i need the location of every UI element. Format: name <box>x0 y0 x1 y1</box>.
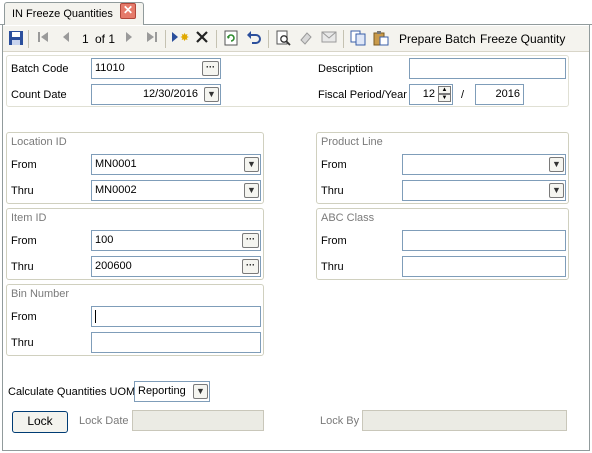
description-label: Description <box>318 63 374 75</box>
toolbar-separator <box>165 30 166 48</box>
email-icon[interactable] <box>320 30 338 48</box>
bin-from-field[interactable] <box>91 306 261 327</box>
item-thru-label: Thru <box>11 261 34 273</box>
location-thru-label: Thru <box>11 185 34 197</box>
description-field[interactable] <box>409 58 566 79</box>
lock-date-label: Lock Date <box>79 415 129 427</box>
item-thru-value: 200600 <box>95 260 132 272</box>
product-line-from-field[interactable] <box>402 154 566 175</box>
attach-icon[interactable] <box>298 30 314 48</box>
fiscal-year-field[interactable]: 2016 <box>475 84 524 105</box>
print-preview-icon[interactable] <box>275 30 291 48</box>
toolbar-separator <box>216 30 217 48</box>
uom-label: Calculate Quantities UOM <box>8 386 136 398</box>
item-from-lookup-icon[interactable]: ··· <box>242 233 259 248</box>
lock-button[interactable]: Lock <box>12 411 68 433</box>
first-record-icon[interactable] <box>35 30 51 48</box>
toolbar-separator <box>268 30 269 48</box>
product-line-group-title: Product Line <box>321 136 383 148</box>
batch-code-value: 11010 <box>95 62 125 74</box>
close-icon[interactable]: ✕ <box>120 3 136 19</box>
bin-from-label: From <box>11 311 37 323</box>
location-from-dropdown-icon[interactable]: ▼ <box>244 157 259 172</box>
new-record-icon[interactable]: ✸ <box>171 30 189 48</box>
item-thru-lookup-icon[interactable]: ··· <box>242 259 259 274</box>
abc-class-from-label: From <box>321 235 347 247</box>
paste-icon[interactable] <box>373 30 389 48</box>
lock-by-field <box>362 410 567 431</box>
product-line-thru-dropdown-icon[interactable]: ▼ <box>549 183 564 198</box>
item-from-value: 100 <box>95 234 114 246</box>
abc-class-thru-label: Thru <box>321 261 344 273</box>
lock-by-label: Lock By <box>320 415 360 427</box>
prepare-batch-button[interactable]: Prepare Batch <box>399 30 476 48</box>
count-date-field[interactable]: 12/30/2016 <box>91 84 221 105</box>
record-count: of 1 <box>95 32 116 46</box>
location-thru-dropdown-icon[interactable]: ▼ <box>244 183 259 198</box>
location-from-label: From <box>11 159 37 171</box>
product-line-from-label: From <box>321 159 347 171</box>
count-date-label: Count Date <box>11 89 67 101</box>
refresh-icon[interactable] <box>223 30 239 48</box>
uom-value: Reporting <box>138 385 186 397</box>
toolbar-separator <box>28 30 29 48</box>
location-from-field[interactable]: MN0001 <box>91 154 261 175</box>
previous-record-icon[interactable] <box>59 30 73 48</box>
batch-code-lookup-icon[interactable]: ··· <box>202 61 219 76</box>
fiscal-period-year-label: Fiscal Period/Year <box>318 89 407 101</box>
text-caret <box>95 310 96 323</box>
record-position[interactable]: 1 <box>82 30 89 48</box>
abc-class-from-field[interactable] <box>402 230 566 251</box>
fiscal-separator: / <box>461 89 465 101</box>
item-thru-field[interactable]: 200600 <box>91 256 261 277</box>
fiscal-period-value: 12 <box>422 88 435 100</box>
count-date-dropdown-icon[interactable]: ▼ <box>204 87 219 102</box>
undo-icon[interactable] <box>246 30 262 48</box>
location-thru-field[interactable]: MN0002 <box>91 180 261 201</box>
uom-dropdown-icon[interactable]: ▼ <box>193 384 208 399</box>
location-from-value: MN0001 <box>95 158 137 170</box>
batch-code-label: Batch Code <box>11 63 69 75</box>
bin-thru-field[interactable] <box>91 332 261 353</box>
product-line-from-dropdown-icon[interactable]: ▼ <box>549 157 564 172</box>
location-thru-value: MN0002 <box>95 184 137 196</box>
count-date-value: 12/30/2016 <box>142 88 198 100</box>
abc-class-group-title: ABC Class <box>321 212 375 224</box>
fiscal-year-value: 2016 <box>495 88 520 100</box>
freeze-quantity-button[interactable]: Freeze Quantity <box>480 30 565 48</box>
copy-icon[interactable] <box>350 30 366 48</box>
product-line-thru-field[interactable] <box>402 180 566 201</box>
spin-up-icon[interactable]: ▲ <box>438 86 451 94</box>
bin-group-title: Bin Number <box>11 288 70 300</box>
svg-text:✸: ✸ <box>180 31 189 44</box>
delete-icon[interactable] <box>194 30 210 48</box>
location-group-title: Location ID <box>11 136 67 148</box>
toolbar-separator <box>343 30 344 48</box>
abc-class-thru-field[interactable] <box>402 256 566 277</box>
lock-date-field <box>132 410 264 431</box>
last-record-icon[interactable] <box>144 30 160 48</box>
tab-title: IN Freeze Quantities <box>12 8 113 20</box>
item-from-field[interactable]: 100 <box>91 230 261 251</box>
item-group-title: Item ID <box>11 212 47 224</box>
bin-thru-label: Thru <box>11 337 34 349</box>
product-line-thru-label: Thru <box>321 185 344 197</box>
save-icon[interactable] <box>8 30 24 48</box>
spin-down-icon[interactable]: ▼ <box>438 94 451 102</box>
item-from-label: From <box>11 235 37 247</box>
next-record-icon[interactable] <box>122 30 136 48</box>
